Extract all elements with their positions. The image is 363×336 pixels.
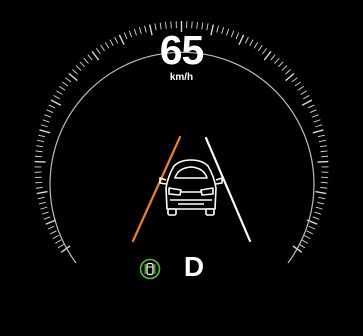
speed-readout: 65 <box>159 27 205 73</box>
lane-keep-assist-icon <box>139 258 161 280</box>
speed-unit: km/h <box>169 72 194 83</box>
ego-car-icon <box>159 159 223 216</box>
gear-indicator: D <box>183 251 205 282</box>
instrument-cluster: 65 km/h D <box>0 0 363 336</box>
